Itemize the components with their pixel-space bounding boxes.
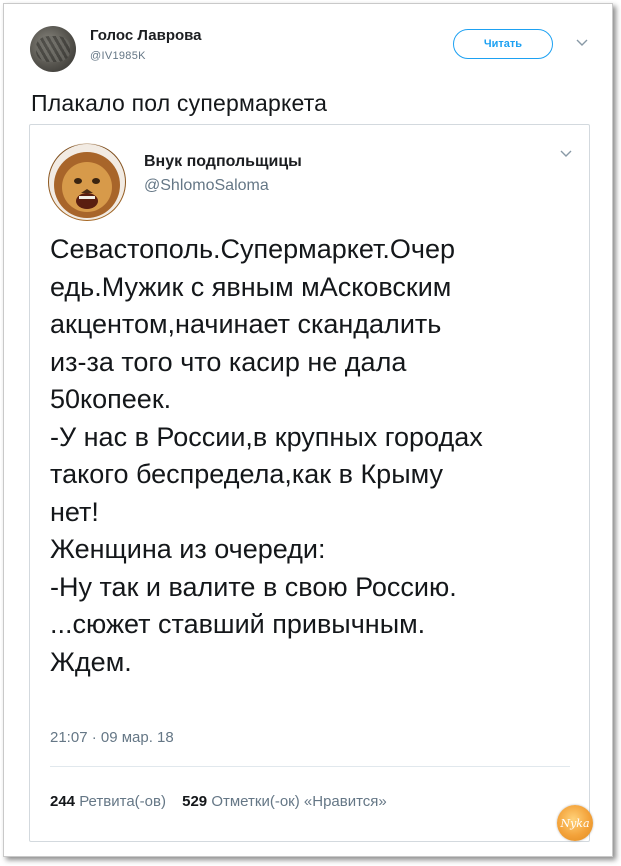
tweet-timestamp[interactable]: 21:07 · 09 мар. 18: [50, 729, 174, 746]
watermark-logo: Nyka: [557, 805, 593, 841]
follow-button[interactable]: Читать: [453, 29, 553, 59]
retweets-label[interactable]: Ретвита(-ов): [79, 793, 166, 810]
quoted-tweet-body: Севастополь.Супермаркет.Очер едь.Мужик с…: [50, 234, 483, 677]
retweets-count[interactable]: 244: [50, 793, 75, 810]
chevron-down-icon[interactable]: [575, 36, 589, 50]
tweet-stats: 244 Ретвита(-ов) 529 Отметки(-ок) «Нрави…: [50, 793, 387, 810]
svg-text:Nyka: Nyka: [559, 817, 589, 830]
divider: [50, 766, 570, 767]
author-avatar[interactable]: [30, 26, 76, 72]
quoted-author-name[interactable]: Внук подпольщицы: [144, 153, 302, 171]
lion-image: [49, 144, 125, 220]
quoted-author-handle[interactable]: @ShlomoSaloma: [144, 177, 269, 195]
quoted-tweet-card[interactable]: Внук подпольщицы @ShlomoSaloma Севастопо…: [29, 124, 590, 842]
likes-label[interactable]: Отметки(-ок) «Нравится»: [211, 793, 386, 810]
author-name[interactable]: Голос Лаврова: [90, 27, 202, 44]
author-handle[interactable]: @IV1985K: [90, 50, 146, 62]
likes-count[interactable]: 529: [182, 793, 207, 810]
chevron-down-icon[interactable]: [559, 147, 573, 161]
tweet-text: Плакало пол супермаркета: [31, 90, 328, 116]
quoted-author-avatar[interactable]: [48, 143, 126, 221]
